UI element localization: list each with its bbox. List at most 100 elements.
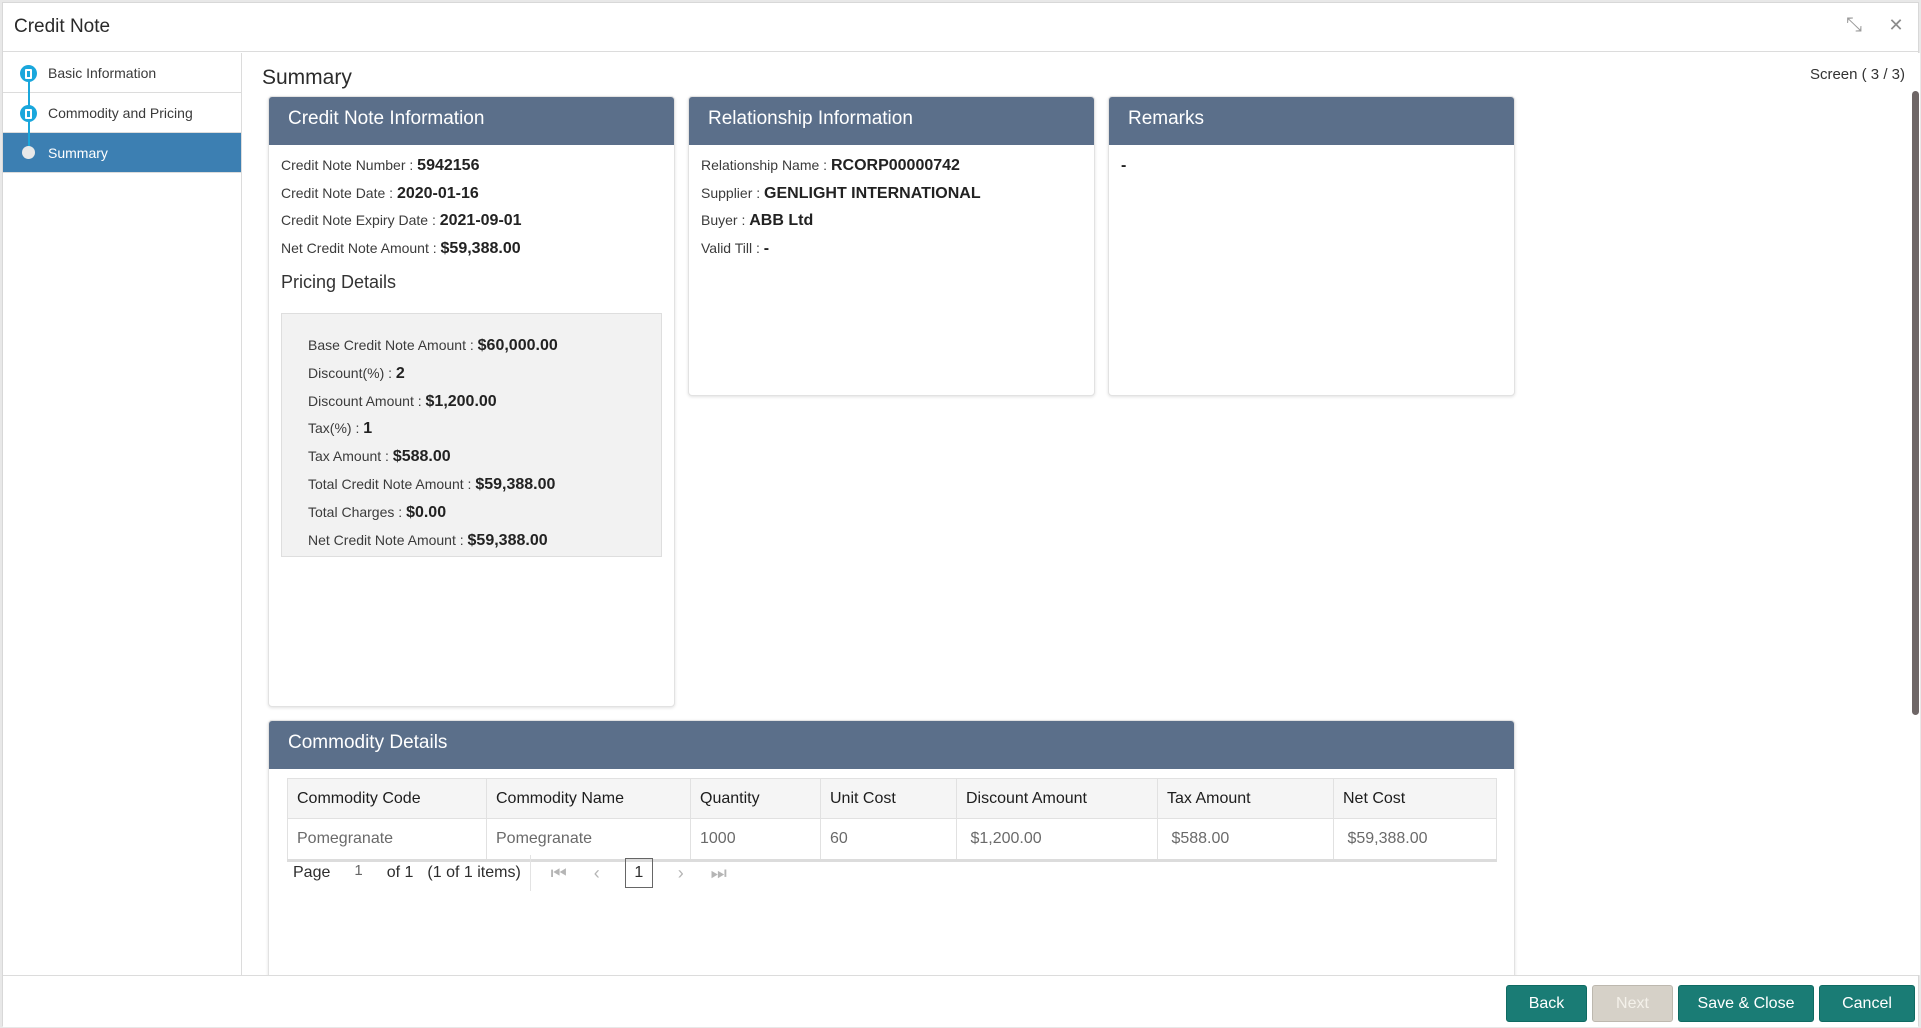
remarks-card: Remarks - [1108, 96, 1515, 396]
field-label: Tax Amount [308, 448, 382, 465]
pricing-discount-percent: Discount(%) : 2 [308, 364, 405, 382]
compress-arrows-icon[interactable]: ⤡ [1844, 15, 1864, 35]
vertical-scrollbar[interactable] [1912, 91, 1919, 715]
page-title: Summary [262, 66, 352, 89]
field-value: $59,388.00 [475, 475, 556, 493]
card-header: Remarks [1109, 97, 1514, 145]
pager-divider [529, 855, 531, 891]
column-header-quantity[interactable]: Quantity [690, 778, 821, 819]
field-label: Discount Amount [308, 392, 414, 409]
step-label: Basic Information [48, 65, 157, 81]
commodity-details-card: Commodity Details Commodity Code Commodi… [268, 720, 1515, 975]
field-value: 2020-01-16 [396, 184, 479, 202]
pricing-tax-amount: Tax Amount : $588.00 [308, 448, 451, 466]
remarks-value: - [1121, 152, 1502, 180]
card-header: Relationship Information [689, 97, 1094, 145]
last-page-icon[interactable]: ⏭︎ [709, 863, 729, 884]
field-label: Total Credit Note Amount [308, 475, 464, 492]
field-label: Supplier [701, 184, 753, 201]
field-label: Net Credit Note Amount [308, 531, 456, 548]
field-valid-till: Valid Till : - [701, 239, 770, 257]
step-sidebar: Basic Information Commodity and Pricing … [3, 53, 242, 975]
column-header-discount-amount[interactable]: Discount Amount [956, 778, 1158, 819]
column-header-commodity-code[interactable]: Commodity Code [287, 778, 487, 819]
field-value: ABB Ltd [749, 212, 814, 229]
field-value: - [1121, 157, 1127, 174]
next-button[interactable]: Next [1592, 985, 1673, 1022]
field-supplier: Supplier : GENLIGHT INTERNATIONAL [701, 184, 981, 202]
save-and-close-button[interactable]: Save & Close [1678, 985, 1814, 1022]
field-label: Credit Note Number [281, 157, 406, 173]
credit-note-window: Credit Note ⤡ ✕ Basic Information Commod… [2, 2, 1920, 1027]
cancel-button[interactable]: Cancel [1819, 985, 1915, 1022]
step-completed-icon [20, 65, 37, 82]
field-value: $588.00 [392, 448, 451, 466]
window-title: Credit Note [14, 16, 111, 37]
step-completed-icon [20, 105, 37, 122]
commodity-table: Commodity Code Commodity Name Quantity U… [287, 778, 1497, 862]
field-label: Tax(%) [308, 420, 352, 437]
first-page-icon[interactable]: ⏮︎ [549, 863, 569, 884]
table-header-row: Commodity Code Commodity Name Quantity U… [287, 778, 1497, 819]
field-value: $59,388.00 [467, 531, 548, 549]
field-value: 2021-09-01 [439, 212, 522, 229]
card-header: Commodity Details [269, 721, 1514, 769]
next-page-icon[interactable]: › [671, 863, 691, 884]
sidebar-step-summary[interactable]: Summary [3, 133, 241, 173]
step-current-icon [22, 146, 35, 159]
sidebar-step-basic-information[interactable]: Basic Information [3, 53, 241, 93]
field-relationship-name: Relationship Name : RCORP00000742 [701, 157, 960, 174]
field-value: $59,388.00 [440, 239, 521, 257]
field-label: Base Credit Note Amount [308, 337, 466, 353]
field-value: $1,200.00 [425, 392, 497, 410]
pricing-discount-amount: Discount Amount : $1,200.00 [308, 392, 497, 410]
field-value: RCORP00000742 [830, 157, 960, 174]
pricing-details-title: Pricing Details [281, 272, 397, 292]
card-header: Credit Note Information [269, 97, 674, 145]
field-credit-note-expiry-date: Credit Note Expiry Date : 2021-09-01 [281, 212, 522, 229]
pricing-base-amount: Base Credit Note Amount : $60,000.00 [308, 337, 558, 354]
pricing-total-charges: Total Charges : $0.00 [308, 503, 447, 521]
column-header-net-cost[interactable]: Net Cost [1333, 778, 1497, 819]
table-pager: Page 1 of 1 (1 of 1 items) ⏮︎ ‹ 1 › ⏭︎ [293, 855, 747, 891]
field-value: 2 [395, 364, 405, 382]
pricing-net-credit-note-amount: Net Credit Note Amount : $59,388.00 [308, 531, 548, 549]
cell-unit-cost: 60 [820, 818, 957, 862]
column-header-tax-amount[interactable]: Tax Amount [1157, 778, 1334, 819]
field-buyer: Buyer : ABB Ltd [701, 212, 814, 229]
current-page-button[interactable]: 1 [624, 858, 653, 888]
field-label: Discount(%) [308, 364, 385, 381]
field-label: Credit Note Date [281, 184, 386, 201]
column-header-unit-cost[interactable]: Unit Cost [820, 778, 957, 819]
sidebar-step-commodity-and-pricing[interactable]: Commodity and Pricing [3, 93, 241, 133]
field-value: 1 [363, 420, 373, 438]
pager-page-input[interactable]: 1 [354, 862, 362, 879]
field-label: Net Credit Note Amount [281, 239, 429, 256]
pager-items-label: (1 of 1 items) [427, 864, 521, 881]
step-label: Summary [48, 145, 108, 161]
column-header-commodity-name[interactable]: Commodity Name [486, 778, 691, 819]
field-label: Credit Note Expiry Date [281, 212, 429, 228]
field-net-credit-note-amount: Net Credit Note Amount : $59,388.00 [281, 239, 521, 257]
step-label: Commodity and Pricing [48, 105, 193, 121]
pager-of-label: of 1 [386, 864, 414, 881]
field-label: Valid Till [701, 239, 753, 256]
field-label: Buyer [701, 212, 738, 228]
previous-page-icon[interactable]: ‹ [587, 863, 607, 884]
cell-discount-amount: $1,200.00 [956, 818, 1158, 862]
field-value: - [763, 239, 770, 257]
close-icon[interactable]: ✕ [1886, 15, 1906, 35]
back-button[interactable]: Back [1506, 985, 1587, 1022]
field-value: $0.00 [406, 503, 447, 521]
main-content: Summary Screen ( 3 / 3) Credit Note Info… [243, 53, 1920, 975]
footer-action-bar: Back Next Save & Close Cancel [3, 975, 1918, 1027]
pricing-tax-percent: Tax(%) : 1 [308, 420, 373, 438]
field-value: $60,000.00 [477, 337, 558, 354]
field-value: 5942156 [417, 157, 480, 174]
cell-net-cost: $59,388.00 [1333, 818, 1497, 862]
credit-note-information-card: Credit Note Information Credit Note Numb… [268, 96, 675, 707]
field-credit-note-number: Credit Note Number : 5942156 [281, 157, 480, 174]
pricing-details-box: Base Credit Note Amount : $60,000.00 Dis… [281, 313, 662, 557]
pager-page-label: Page [293, 864, 331, 881]
title-bar: Credit Note ⤡ ✕ [3, 3, 1918, 52]
